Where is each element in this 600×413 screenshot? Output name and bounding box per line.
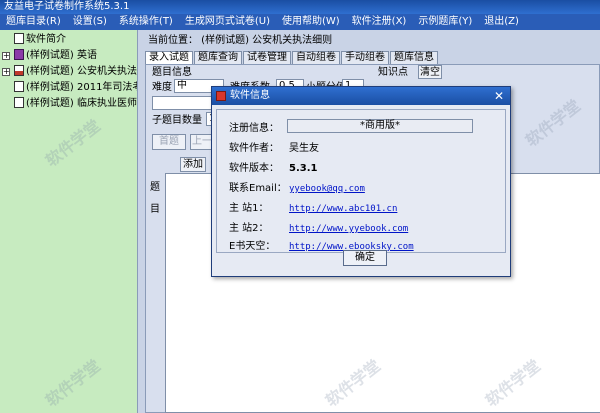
dialog-titlebar: 软件信息 ✕ — [212, 87, 510, 105]
author-value: 吴生友 — [289, 143, 319, 154]
menu-item-exit[interactable]: 退出(Z) — [478, 14, 525, 30]
menubar: 题库目录(R) 设置(S) 系统操作(T) 生成网页式试卷(U) 使用帮助(W)… — [0, 14, 600, 30]
side-char: 目 — [150, 204, 160, 215]
tree-node-english[interactable]: + (样例试题) 英语 — [0, 48, 137, 64]
tree-node-label: (样例试题) 临床执业医师模拟 — [26, 98, 137, 109]
tab-library-info[interactable]: 题库信息 — [390, 51, 438, 64]
email-link[interactable]: yyebook@qq.com — [289, 183, 365, 195]
library-tree: 软件简介 + (样例试题) 英语 + (样例试题) 公安机关执法细则 (样例试题… — [0, 30, 138, 413]
author-label: 软件作者： — [229, 143, 279, 154]
site1-label: 主 站1： — [229, 203, 269, 214]
expand-icon[interactable]: + — [2, 52, 10, 60]
software-info-dialog: 软件信息 ✕ 注册信息： *商用版* 软件作者： 吴生友 软件版本： 5.3.1… — [211, 86, 511, 277]
tab-manual-compose[interactable]: 手动组卷 — [341, 51, 389, 64]
tab-papers[interactable]: 试卷管理 — [243, 51, 291, 64]
menu-item-settings[interactable]: 设置(S) — [67, 14, 113, 30]
close-icon[interactable]: ✕ — [492, 89, 506, 103]
difficulty-value: 中 — [177, 80, 187, 91]
type-field[interactable] — [152, 96, 212, 110]
tree-node-medical[interactable]: (样例试题) 临床执业医师模拟 — [0, 96, 137, 112]
window-title: 友益电子试卷制作系统5.3.1 — [4, 1, 130, 12]
side-char: 题 — [150, 182, 160, 193]
ebooksky-label: E书天空： — [229, 241, 276, 252]
tree-node-label: (样例试题) 英语 — [26, 50, 97, 61]
menu-item-system[interactable]: 系统操作(T) — [113, 14, 179, 30]
tree-node-label: 软件简介 — [26, 34, 66, 45]
menu-item-library[interactable]: 题库目录(R) — [0, 14, 67, 30]
document-icon — [14, 97, 24, 108]
book-icon — [14, 49, 24, 60]
side-label: 题 目 — [150, 177, 162, 221]
tree-node-label: (样例试题) 公安机关执法细则 — [26, 66, 137, 77]
email-label: 联系Email： — [229, 183, 287, 194]
dialog-body: 注册信息： *商用版* 软件作者： 吴生友 软件版本： 5.3.1 联系Emai… — [216, 109, 506, 253]
document-icon — [14, 33, 24, 44]
tree-node-label: (样例试题) 2011年司法考试 — [26, 82, 137, 93]
site2-link[interactable]: http://www.yyebook.com — [289, 223, 408, 235]
tree-node-intro[interactable]: 软件简介 — [0, 32, 137, 48]
add-button[interactable]: 添加 — [180, 157, 206, 172]
group-label: 题目信息 — [152, 67, 192, 78]
document-icon — [14, 81, 24, 92]
sub-count-label: 子题目数量 — [152, 115, 202, 126]
version-label: 软件版本： — [229, 163, 279, 174]
tab-query[interactable]: 题库查询 — [194, 51, 242, 64]
first-question-button[interactable]: 首题 — [152, 134, 186, 150]
window-titlebar: 友益电子试卷制作系统5.3.1 — [0, 0, 600, 14]
registration-label: 注册信息： — [229, 123, 279, 134]
tab-auto-compose[interactable]: 自动组卷 — [292, 51, 340, 64]
tab-entry[interactable]: 录入试题 — [145, 51, 193, 64]
site2-label: 主 站2： — [229, 223, 269, 234]
menu-item-help[interactable]: 使用帮助(W) — [276, 14, 346, 30]
menu-item-register[interactable]: 软件注册(X) — [346, 14, 413, 30]
tree-node-police[interactable]: + (样例试题) 公安机关执法细则 — [0, 64, 137, 80]
knowledge-label: 知识点 — [378, 67, 408, 78]
site1-link[interactable]: http://www.abc101.cn — [289, 203, 397, 215]
tab-strip: 录入试题 题库查询 试卷管理 自动组卷 手动组卷 题库信息 — [145, 51, 439, 64]
clear-button[interactable]: 清空 — [418, 65, 442, 79]
menu-item-web-paper[interactable]: 生成网页式试卷(U) — [179, 14, 276, 30]
menu-item-sample[interactable]: 示例题库(Y) — [412, 14, 478, 30]
tree-node-law-exam[interactable]: (样例试题) 2011年司法考试 — [0, 80, 137, 96]
current-location: 当前位置： (样例试题) 公安机关执法细则 — [148, 35, 333, 46]
book-open-icon — [14, 65, 24, 76]
dialog-title: 软件信息 — [230, 90, 270, 101]
expand-icon[interactable]: + — [2, 68, 10, 76]
ok-button[interactable]: 确定 — [343, 250, 387, 266]
app-icon — [216, 91, 226, 101]
version-value: 5.3.1 — [289, 163, 318, 174]
difficulty-label: 难度 — [152, 82, 172, 93]
edition-field: *商用版* — [287, 119, 473, 133]
